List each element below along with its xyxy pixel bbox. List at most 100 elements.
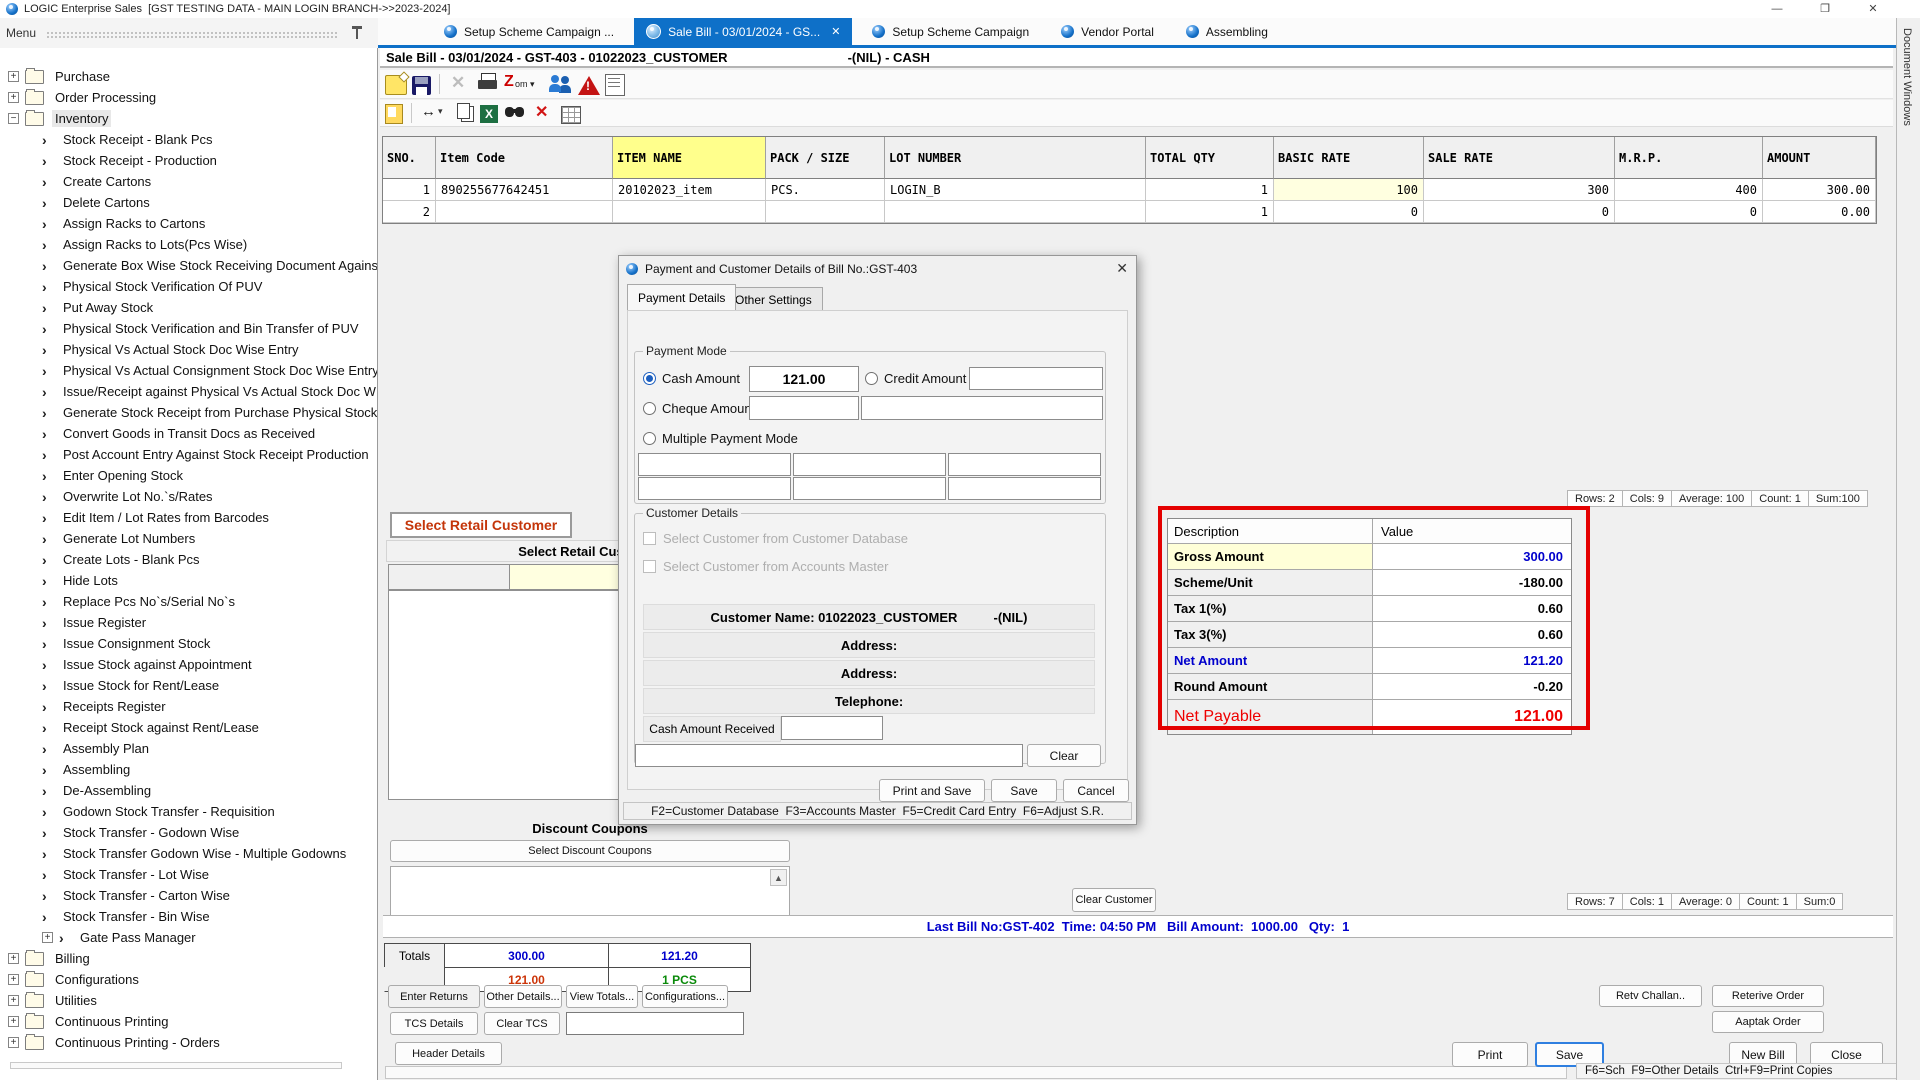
sidebar-item-hide-lots[interactable]: ›Hide Lots <box>0 570 377 591</box>
print-button[interactable]: Print <box>1452 1042 1528 1067</box>
expand-plus-icon[interactable]: + <box>8 974 19 985</box>
sidebar-item-receipt-stock-against-rent-lease[interactable]: ›Receipt Stock against Rent/Lease <box>0 717 377 738</box>
multi-pay-input-3[interactable] <box>948 453 1101 476</box>
sidebar-item-post-account-entry-against-stock-receipt[interactable]: ›Post Account Entry Against Stock Receip… <box>0 444 377 465</box>
retv-challan-button[interactable]: Retv Challan.. <box>1599 985 1702 1007</box>
sidebar-item-stock-transfer-godown-wise[interactable]: ›Stock Transfer - Godown Wise <box>0 822 377 843</box>
sidebar-item-physical-stock-verification-and-bin-tran[interactable]: ›Physical Stock Verification and Bin Tra… <box>0 318 377 339</box>
expand-plus-icon[interactable]: + <box>8 953 19 964</box>
sidebar-item-stock-transfer-lot-wise[interactable]: ›Stock Transfer - Lot Wise <box>0 864 377 885</box>
sidebar-item-continuous-printing-orders[interactable]: +Continuous Printing - Orders <box>0 1032 377 1053</box>
pin-icon[interactable] <box>352 25 362 39</box>
sidebar-item-physical-stock-verification-of-puv[interactable]: ›Physical Stock Verification Of PUV <box>0 276 377 297</box>
sidebar-item-issue-register[interactable]: ›Issue Register <box>0 612 377 633</box>
sidebar-item-put-away-stock[interactable]: ›Put Away Stock <box>0 297 377 318</box>
grid-cell-mrp[interactable]: 400 <box>1615 179 1763 201</box>
sidebar-item-convert-goods-in-transit-docs-as-receive[interactable]: ›Convert Goods in Transit Docs as Receiv… <box>0 423 377 444</box>
sidebar-item-create-cartons[interactable]: ›Create Cartons <box>0 171 377 192</box>
find-icon[interactable] <box>503 101 527 125</box>
sidebar-item-enter-opening-stock[interactable]: ›Enter Opening Stock <box>0 465 377 486</box>
sidebar-item-edit-item-lot-rates-from-barcodes[interactable]: ›Edit Item / Lot Rates from Barcodes <box>0 507 377 528</box>
save-icon[interactable] <box>412 76 431 95</box>
grid-cell-pack[interactable] <box>766 201 885 223</box>
view-totals-button[interactable]: View Totals... <box>566 985 638 1008</box>
tab-other-settings[interactable]: Other Settings <box>724 287 823 311</box>
header-details-button[interactable]: Header Details <box>395 1042 502 1065</box>
tab-close-icon[interactable]: ✕ <box>831 25 840 38</box>
expand-plus-icon[interactable]: + <box>8 92 19 103</box>
credit-amount-radio[interactable] <box>865 372 878 385</box>
sidebar-item-continuous-printing[interactable]: +Continuous Printing <box>0 1011 377 1032</box>
grid-cell-mrp[interactable]: 0 <box>1615 201 1763 223</box>
tab-setup-scheme-campaign[interactable]: Setup Scheme Campaign <box>860 18 1041 45</box>
document-windows-strip[interactable]: Document Windows <box>1896 18 1920 1080</box>
expand-plus-icon[interactable]: + <box>8 1016 19 1027</box>
sidebar-item-issue-stock-against-appointment[interactable]: ›Issue Stock against Appointment <box>0 654 377 675</box>
sidebar-item-stock-receipt-blank-pcs[interactable]: ›Stock Receipt - Blank Pcs <box>0 129 377 150</box>
maximize-button[interactable]: ❐ <box>1808 1 1842 17</box>
sidebar-item-generate-box-wise-stock-receiving-docume[interactable]: ›Generate Box Wise Stock Receiving Docum… <box>0 255 377 276</box>
cheque-amount-input[interactable] <box>749 396 859 420</box>
grid-cell-item_name[interactable] <box>613 201 766 223</box>
grid-cell-sale[interactable]: 300 <box>1424 179 1615 201</box>
zoom-dropdown-icon[interactable] <box>504 72 544 96</box>
sidebar-item-utilities[interactable]: +Utilities <box>0 990 377 1011</box>
sidebar-item-stock-receipt-production[interactable]: ›Stock Receipt - Production <box>0 150 377 171</box>
select-retail-customer-button[interactable]: Select Retail Customer <box>390 512 572 538</box>
customer-database-checkbox[interactable] <box>643 532 656 545</box>
sidebar-item-gate-pass-manager[interactable]: +›Gate Pass Manager <box>0 927 377 948</box>
sidebar-item-stock-transfer-godown-wise-multiple-godo[interactable]: ›Stock Transfer Godown Wise - Multiple G… <box>0 843 377 864</box>
dialog-save-button[interactable]: Save <box>991 779 1057 802</box>
dialog-cancel-button[interactable]: Cancel <box>1063 779 1129 802</box>
tcs-details-button[interactable]: TCS Details <box>390 1012 478 1035</box>
edit-form-icon[interactable] <box>385 104 403 124</box>
select-discount-coupons-button[interactable]: Select Discount Coupons <box>390 840 790 862</box>
customers-icon[interactable] <box>549 72 573 96</box>
export-excel-icon[interactable] <box>480 105 498 123</box>
grid-cell-qty[interactable]: 1 <box>1146 179 1274 201</box>
grid-cell-basic[interactable]: 0 <box>1274 201 1424 223</box>
sidebar-item-physical-vs-actual-consignment-stock-doc[interactable]: ›Physical Vs Actual Consignment Stock Do… <box>0 360 377 381</box>
tab-sale-bill-03-01-2024-gs[interactable]: Sale Bill - 03/01/2024 - GS...✕ <box>634 18 852 45</box>
print-icon[interactable] <box>477 72 499 96</box>
multi-pay-input-6[interactable] <box>948 477 1101 500</box>
scroll-up-icon[interactable]: ▲ <box>770 869 787 886</box>
copy-icon[interactable] <box>455 101 475 125</box>
grid-cell-pack[interactable]: PCS. <box>766 179 885 201</box>
sidebar-item-order-processing[interactable]: +Order Processing <box>0 87 377 108</box>
close-button[interactable]: ✕ <box>1856 1 1890 17</box>
cheque-amount-radio[interactable] <box>643 402 656 415</box>
expand-plus-icon[interactable]: + <box>8 995 19 1006</box>
delete-row-icon[interactable] <box>532 101 556 125</box>
clear-customer-button[interactable]: Clear Customer <box>1072 888 1156 912</box>
aaptak-order-button[interactable]: Aaptak Order <box>1712 1011 1824 1033</box>
cheque-detail-input[interactable] <box>861 396 1103 420</box>
multi-pay-input-2[interactable] <box>793 453 946 476</box>
sidebar-item-assign-racks-to-lots-pcs-wise[interactable]: ›Assign Racks to Lots(Pcs Wise) <box>0 234 377 255</box>
sidebar-item-replace-pcs-no-s-serial-no-s[interactable]: ›Replace Pcs No`s/Serial No`s <box>0 591 377 612</box>
clear-button[interactable]: Clear <box>1027 744 1101 767</box>
grid-cell-sno[interactable]: 2 <box>383 201 436 223</box>
dialog-close-icon[interactable]: ✕ <box>1116 260 1128 277</box>
form-settings-icon[interactable] <box>605 74 625 96</box>
expand-plus-icon[interactable]: + <box>42 932 53 943</box>
sidebar-item-inventory[interactable]: −Inventory <box>0 108 377 129</box>
sidebar-item-issue-consignment-stock[interactable]: ›Issue Consignment Stock <box>0 633 377 654</box>
cash-amount-input[interactable]: 121.00 <box>749 366 859 392</box>
clear-tcs-button[interactable]: Clear TCS <box>484 1012 560 1035</box>
tab-setup-scheme-campaign[interactable]: Setup Scheme Campaign ... <box>432 18 626 45</box>
sidebar-item-create-lots-blank-pcs[interactable]: ›Create Lots - Blank Pcs <box>0 549 377 570</box>
customer-search-input[interactable] <box>635 744 1023 767</box>
credit-amount-input[interactable] <box>969 367 1103 390</box>
sidebar-item-assign-racks-to-cartons[interactable]: ›Assign Racks to Cartons <box>0 213 377 234</box>
sidebar-item-assembly-plan[interactable]: ›Assembly Plan <box>0 738 377 759</box>
expand-plus-icon[interactable]: + <box>8 1037 19 1048</box>
sidebar-item-overwrite-lot-no-s-rates[interactable]: ›Overwrite Lot No.`s/Rates <box>0 486 377 507</box>
sidebar-item-physical-vs-actual-stock-doc-wise-entry[interactable]: ›Physical Vs Actual Stock Doc Wise Entry <box>0 339 377 360</box>
tab-assembling[interactable]: Assembling <box>1174 18 1280 45</box>
sidebar-item-de-assembling[interactable]: ›De-Assembling <box>0 780 377 801</box>
retail-grid-cell[interactable] <box>389 565 510 589</box>
grid-cell-lot[interactable]: LOGIN_B <box>885 179 1146 201</box>
configurations-button[interactable]: Configurations... <box>642 985 728 1008</box>
sidebar-item-delete-cartons[interactable]: ›Delete Cartons <box>0 192 377 213</box>
